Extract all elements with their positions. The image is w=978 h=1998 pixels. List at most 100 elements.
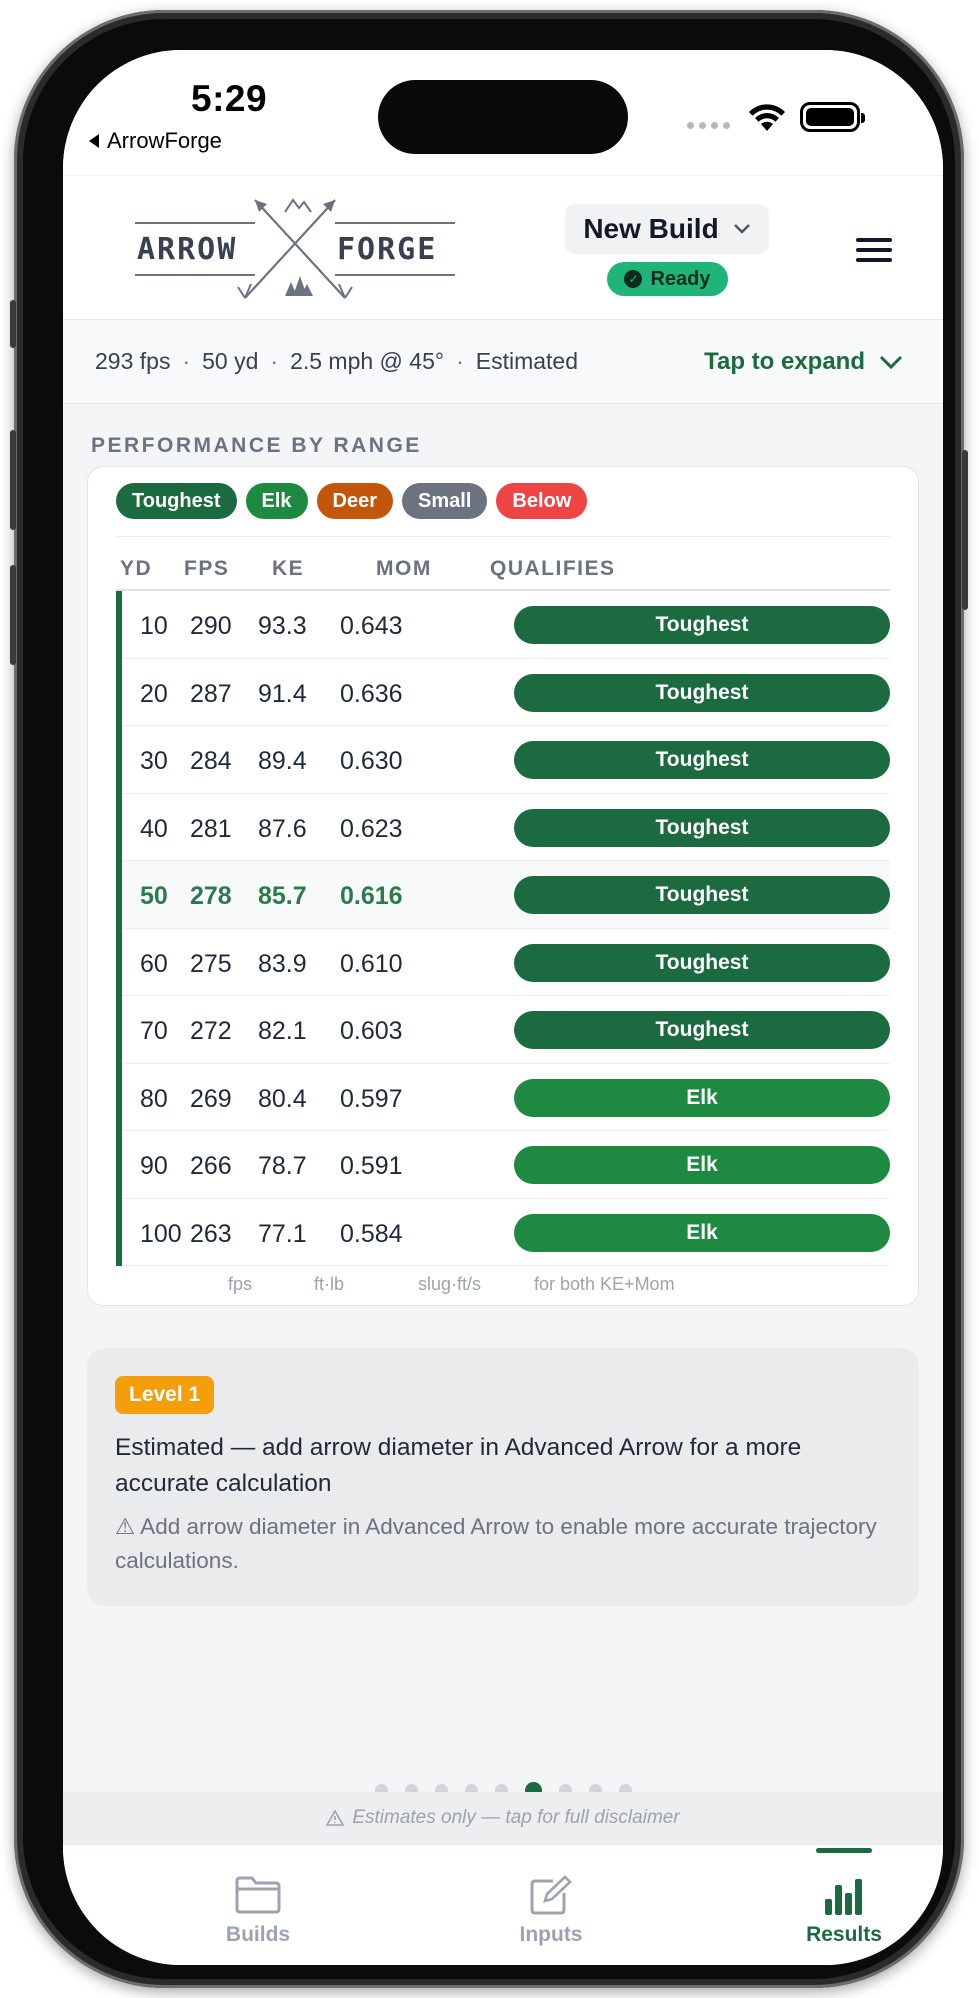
action-button	[10, 300, 16, 348]
status-badge: ✓ Ready	[607, 262, 728, 296]
table-row: 30 284 89.4 0.630 Toughest	[122, 726, 890, 794]
cell-mom: 0.623	[340, 814, 403, 843]
separator: ·	[182, 348, 191, 374]
tab-label: Builds	[225, 1923, 291, 1946]
notice-text: Estimated — add arrow diameter in Advanc…	[115, 1434, 802, 1497]
disclaimer-text: Estimates only — tap for full disclaimer	[352, 1807, 680, 1828]
unit-qualifies: for both KE+Mom	[534, 1274, 675, 1294]
table-row: 100 263 77.1 0.584 Elk	[122, 1199, 890, 1266]
volume-up-button	[10, 430, 16, 530]
cell-mom: 0.591	[340, 1152, 403, 1180]
battery-icon	[800, 102, 865, 132]
table-row: 40 281 87.6 0.623 Toughest	[122, 794, 890, 861]
performance-table: 10 290 93.3 0.643 Toughest 20 287 91.4 0.636 Toug…	[116, 591, 890, 1266]
chevron-down-icon	[879, 355, 903, 369]
cell-fps: 290	[190, 612, 232, 640]
expand-label: Tap to expand	[704, 348, 865, 375]
hamburger-menu-icon[interactable]	[856, 238, 892, 262]
volume-down-button	[10, 565, 16, 665]
cell-yd: 100	[140, 1219, 182, 1248]
cell-yd: 20	[140, 679, 168, 708]
back-to-app-link[interactable]: ArrowForge	[87, 128, 222, 154]
legend-chip-below: Below	[496, 483, 588, 519]
cell-mom: 0.597	[340, 1084, 403, 1113]
cell-ke: 83.9	[258, 949, 307, 978]
cell-mom: 0.584	[340, 1219, 403, 1248]
results-content: PERFORMANCE BY RANGE Toughest Elk Deer Smal…	[63, 404, 943, 1799]
cell-yd: 10	[140, 612, 168, 640]
cell-mom: 0.616	[340, 882, 403, 910]
tab-label: Results	[806, 1923, 882, 1946]
legend-chip-small: Small	[402, 483, 488, 519]
col-mom: MOM	[376, 557, 432, 580]
col-ke: KE	[272, 557, 305, 580]
disclaimer-link[interactable]: Estimates only — tap for full disclaimer	[63, 1792, 943, 1844]
table-row: 50 278 85.7 0.616 Toughest	[122, 861, 890, 929]
cell-fps: 284	[190, 747, 232, 775]
qualifies-badge: Elk	[514, 1213, 890, 1252]
summary-bar[interactable]: 293 fps · 50 yd · 2.5 mph @ 45° · Estima…	[63, 320, 943, 404]
divider	[116, 536, 890, 537]
col-yd: YD	[120, 557, 153, 580]
cell-mom: 0.636	[340, 679, 403, 708]
summary-wind: 2.5 mph @ 45°	[290, 348, 445, 374]
cell-fps: 281	[190, 814, 232, 843]
notice-warning: ⚠ Add arrow diameter in Advanced Arrow t…	[115, 1514, 877, 1573]
cell-ke: 82.1	[258, 1017, 307, 1045]
build-selector[interactable]: New Build	[565, 204, 769, 254]
cell-mom: 0.630	[340, 747, 403, 775]
dynamic-island	[378, 80, 628, 154]
cell-yd: 70	[140, 1017, 168, 1045]
cell-yd: 90	[140, 1152, 168, 1180]
tab-builds[interactable]: Builds	[148, 1845, 368, 1965]
cellular-signal-icon	[687, 122, 730, 129]
qualifies-badge: Toughest	[514, 876, 890, 914]
legend-chip-deer: Deer	[316, 483, 394, 519]
cell-fps: 272	[190, 1017, 232, 1045]
qualifies-badge: Toughest	[514, 606, 890, 644]
tab-bar: Builds Inputs Results	[63, 1844, 943, 1965]
status-time: 5:29	[191, 78, 268, 119]
legend-chip-elk: Elk	[245, 483, 308, 519]
qualifies-badge: Elk	[514, 1078, 890, 1117]
cell-yd: 50	[140, 882, 168, 910]
summary-mode: Estimated	[475, 348, 579, 374]
tab-results[interactable]: Results	[734, 1845, 943, 1965]
level-badge: Level 1	[115, 1376, 215, 1414]
table-row: 60 275 83.9 0.610 Toughest	[122, 929, 890, 996]
cell-yd: 30	[140, 747, 168, 775]
folder-icon	[235, 1876, 281, 1914]
cell-mom: 0.610	[340, 949, 403, 978]
cell-fps: 275	[190, 949, 232, 978]
active-tab-indicator	[816, 1848, 872, 1853]
performance-card: Toughest Elk Deer Small Below YD FPS KE MOM …	[87, 466, 919, 1306]
app-header: ARROW FORGE New Build ✓ Ready	[63, 175, 943, 320]
section-title: PERFORMANCE BY RANGE	[91, 434, 422, 457]
expand-button[interactable]: Tap to expand	[704, 320, 903, 404]
cell-fps: 263	[190, 1219, 232, 1248]
back-app-label: ArrowForge	[107, 128, 222, 153]
qualifies-badge: Toughest	[514, 673, 890, 712]
unit-fps: fps	[228, 1274, 253, 1294]
wifi-icon	[749, 104, 785, 131]
cell-mom: 0.643	[340, 612, 403, 640]
tab-label: Inputs	[519, 1923, 583, 1946]
cell-ke: 77.1	[258, 1219, 307, 1248]
unit-ke: ft·lb	[314, 1274, 345, 1294]
legend-chip-toughest: Toughest	[116, 483, 237, 519]
tab-inputs[interactable]: Inputs	[441, 1845, 661, 1965]
status-badge-label: Ready	[650, 267, 711, 290]
edit-icon	[530, 1875, 572, 1915]
qualifies-badge: Toughest	[514, 943, 890, 982]
logo-word-arrow: ARROW	[137, 232, 238, 267]
table-row: 20 287 91.4 0.636 Toughest	[122, 659, 890, 726]
warning-icon	[326, 1810, 345, 1826]
separator: ·	[270, 348, 279, 374]
qualifies-badge: Toughest	[514, 808, 890, 847]
unit-mom: slug·ft/s	[418, 1274, 482, 1294]
cell-yd: 60	[140, 949, 168, 978]
arrowforge-logo: ARROW FORGE	[135, 186, 455, 311]
summary-speed: 293 fps	[95, 348, 171, 374]
cell-yd: 40	[140, 814, 168, 843]
qualifies-badge: Elk	[514, 1146, 890, 1184]
